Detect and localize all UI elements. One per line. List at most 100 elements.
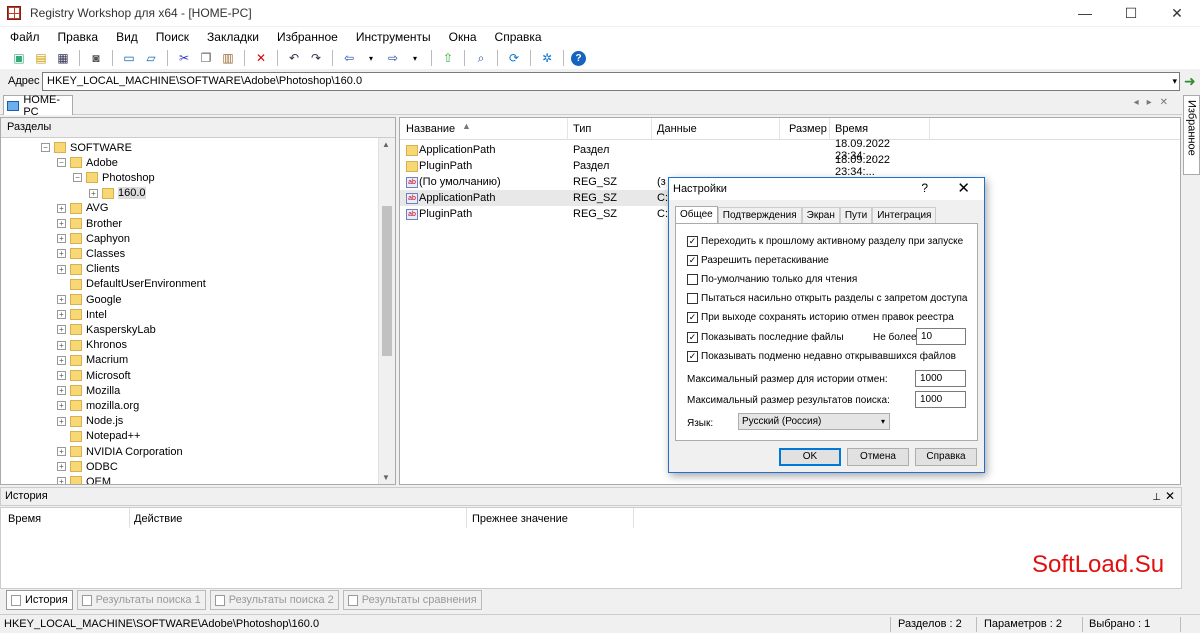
tree-node[interactable]: + Clients: [57, 262, 120, 277]
tab-paths[interactable]: Пути: [839, 207, 873, 224]
favorites-side-tab[interactable]: Избранное: [1183, 95, 1200, 175]
history-close-icon[interactable]: ✕: [1165, 488, 1175, 505]
back-icon[interactable]: ⇦: [340, 49, 358, 67]
tree-node[interactable]: + NVIDIA Corporation: [57, 444, 183, 459]
col-size[interactable]: Размер: [789, 123, 827, 135]
close-button[interactable]: ✕: [1154, 0, 1200, 26]
paste-icon[interactable]: ▥: [219, 49, 237, 67]
checkbox-checked-icon[interactable]: ✓: [687, 235, 698, 247]
help-button[interactable]: Справка: [915, 448, 977, 466]
tab-compare-results[interactable]: Результаты сравнения: [342, 590, 482, 610]
expand-icon[interactable]: +: [57, 416, 66, 426]
expand-icon[interactable]: +: [57, 310, 66, 320]
option-checkbox[interactable]: Пытаться насильно открыть разделы с запр…: [687, 292, 967, 306]
expand-icon[interactable]: +: [57, 234, 66, 244]
cut-icon[interactable]: ✂: [175, 49, 193, 67]
menu-tools[interactable]: Инструменты: [356, 30, 431, 44]
settings-icon[interactable]: ✲: [538, 49, 556, 67]
undo-icon[interactable]: ↶: [285, 49, 303, 67]
tree-node[interactable]: + Microsoft: [57, 368, 131, 383]
option-checkbox[interactable]: ✓ Разрешить перетаскивание: [687, 253, 829, 267]
tree-node[interactable]: − Photoshop: [73, 170, 155, 185]
collapse-icon[interactable]: −: [73, 173, 82, 183]
menu-search[interactable]: Поиск: [156, 30, 189, 44]
expand-icon[interactable]: +: [57, 295, 66, 304]
expand-icon[interactable]: +: [57, 203, 66, 213]
dialog-help-button[interactable]: ?: [921, 181, 928, 195]
scroll-thumb[interactable]: [382, 206, 392, 356]
new-icon[interactable]: ▣: [10, 49, 28, 67]
col-time[interactable]: Время: [835, 123, 868, 135]
help-icon[interactable]: ?: [571, 50, 586, 66]
tree-node[interactable]: + Intel: [57, 307, 107, 322]
tab-confirmations[interactable]: Подтверждения: [717, 207, 802, 224]
search-size-input[interactable]: 1000: [915, 391, 966, 408]
minimize-button[interactable]: —: [1062, 0, 1108, 26]
tab-display[interactable]: Экран: [801, 207, 840, 224]
refresh-icon[interactable]: ⟳: [505, 49, 523, 67]
checkbox-checked-icon[interactable]: ✓: [687, 350, 698, 362]
tree-node[interactable]: +160.0: [89, 186, 146, 201]
tab-general[interactable]: Общее: [675, 206, 718, 224]
tree-node[interactable]: + Brother: [57, 216, 122, 231]
tree-node[interactable]: + Macrium: [57, 353, 128, 368]
tree-node[interactable]: Notepad++: [57, 429, 140, 444]
connect-icon[interactable]: ▭: [120, 49, 138, 67]
tree-node[interactable]: + KasperskyLab: [57, 322, 156, 337]
history-col-action[interactable]: Действие: [134, 513, 182, 525]
max-recent-input[interactable]: 10: [916, 328, 966, 345]
expand-icon[interactable]: +: [57, 462, 66, 472]
menu-windows[interactable]: Окна: [449, 30, 477, 44]
expand-icon[interactable]: +: [57, 355, 66, 365]
tab-scroll-controls[interactable]: ◂▸✕: [1134, 97, 1176, 108]
find-icon[interactable]: ⌕: [472, 49, 490, 67]
undo-size-input[interactable]: 1000: [915, 370, 966, 387]
expand-icon[interactable]: +: [57, 477, 66, 484]
tree-node[interactable]: DefaultUserEnvironment: [57, 277, 206, 292]
tab-integration[interactable]: Интеграция: [872, 207, 937, 224]
menu-bookmarks[interactable]: Закладки: [207, 30, 259, 44]
menu-help[interactable]: Справка: [495, 30, 542, 44]
col-name[interactable]: Название: [406, 123, 455, 135]
pin-icon[interactable]: ⊥: [1152, 489, 1161, 506]
checkbox-checked-icon[interactable]: ✓: [687, 312, 698, 324]
scroll-down-icon[interactable]: ▼: [382, 473, 390, 482]
tree-node[interactable]: + Google: [57, 292, 121, 307]
checkbox-unchecked-icon[interactable]: [687, 273, 698, 285]
col-type[interactable]: Тип: [573, 123, 591, 135]
tab-search-results-2[interactable]: Результаты поиска 2: [209, 590, 339, 610]
menu-file[interactable]: Файл: [10, 30, 40, 44]
option-checkbox[interactable]: По-умолчанию только для чтения: [687, 272, 857, 286]
expand-icon[interactable]: +: [57, 447, 66, 456]
go-arrow-icon[interactable]: ➜: [1184, 73, 1196, 90]
tree-node[interactable]: + Node.js: [57, 414, 123, 429]
history-col-previous[interactable]: Прежнее значение: [472, 513, 568, 525]
menu-favorites[interactable]: Избранное: [277, 30, 338, 44]
forward-icon[interactable]: ⇨: [384, 49, 402, 67]
back-dropdown-icon[interactable]: ▾: [362, 49, 380, 67]
expand-icon[interactable]: +: [57, 371, 66, 380]
collapse-icon[interactable]: −: [41, 143, 50, 152]
collapse-icon[interactable]: −: [57, 158, 66, 168]
tree-node[interactable]: + Mozilla: [57, 383, 120, 398]
tree-scrollbar[interactable]: ▲ ▼: [378, 138, 395, 484]
tree-node[interactable]: + Classes: [57, 246, 125, 261]
checkbox-checked-icon[interactable]: ✓: [687, 254, 698, 266]
expand-icon[interactable]: +: [57, 249, 66, 259]
tree-node[interactable]: − Adobe: [57, 155, 118, 170]
disconnect-icon[interactable]: ▱: [142, 49, 160, 67]
expand-icon[interactable]: +: [57, 340, 66, 350]
history-col-time[interactable]: Время: [8, 513, 41, 525]
col-data[interactable]: Данные: [657, 123, 697, 135]
ok-button[interactable]: OK: [779, 448, 841, 466]
option-checkbox[interactable]: ✓ При выходе сохранять историю отмен прав…: [687, 311, 954, 325]
delete-icon[interactable]: ✕: [252, 49, 270, 67]
tree-node[interactable]: + Khronos: [57, 338, 127, 353]
checkbox-checked-icon[interactable]: ✓: [687, 331, 698, 343]
tree-node[interactable]: + mozilla.org: [57, 398, 139, 413]
expand-icon[interactable]: +: [89, 188, 98, 198]
option-checkbox[interactable]: ✓ Показывать последние файлы: [687, 330, 844, 344]
scroll-up-icon[interactable]: ▲: [382, 140, 390, 149]
option-checkbox[interactable]: ✓ Переходить к прошлому активному разделу…: [687, 234, 963, 248]
language-select[interactable]: Русский (Россия) ▾: [738, 413, 890, 430]
